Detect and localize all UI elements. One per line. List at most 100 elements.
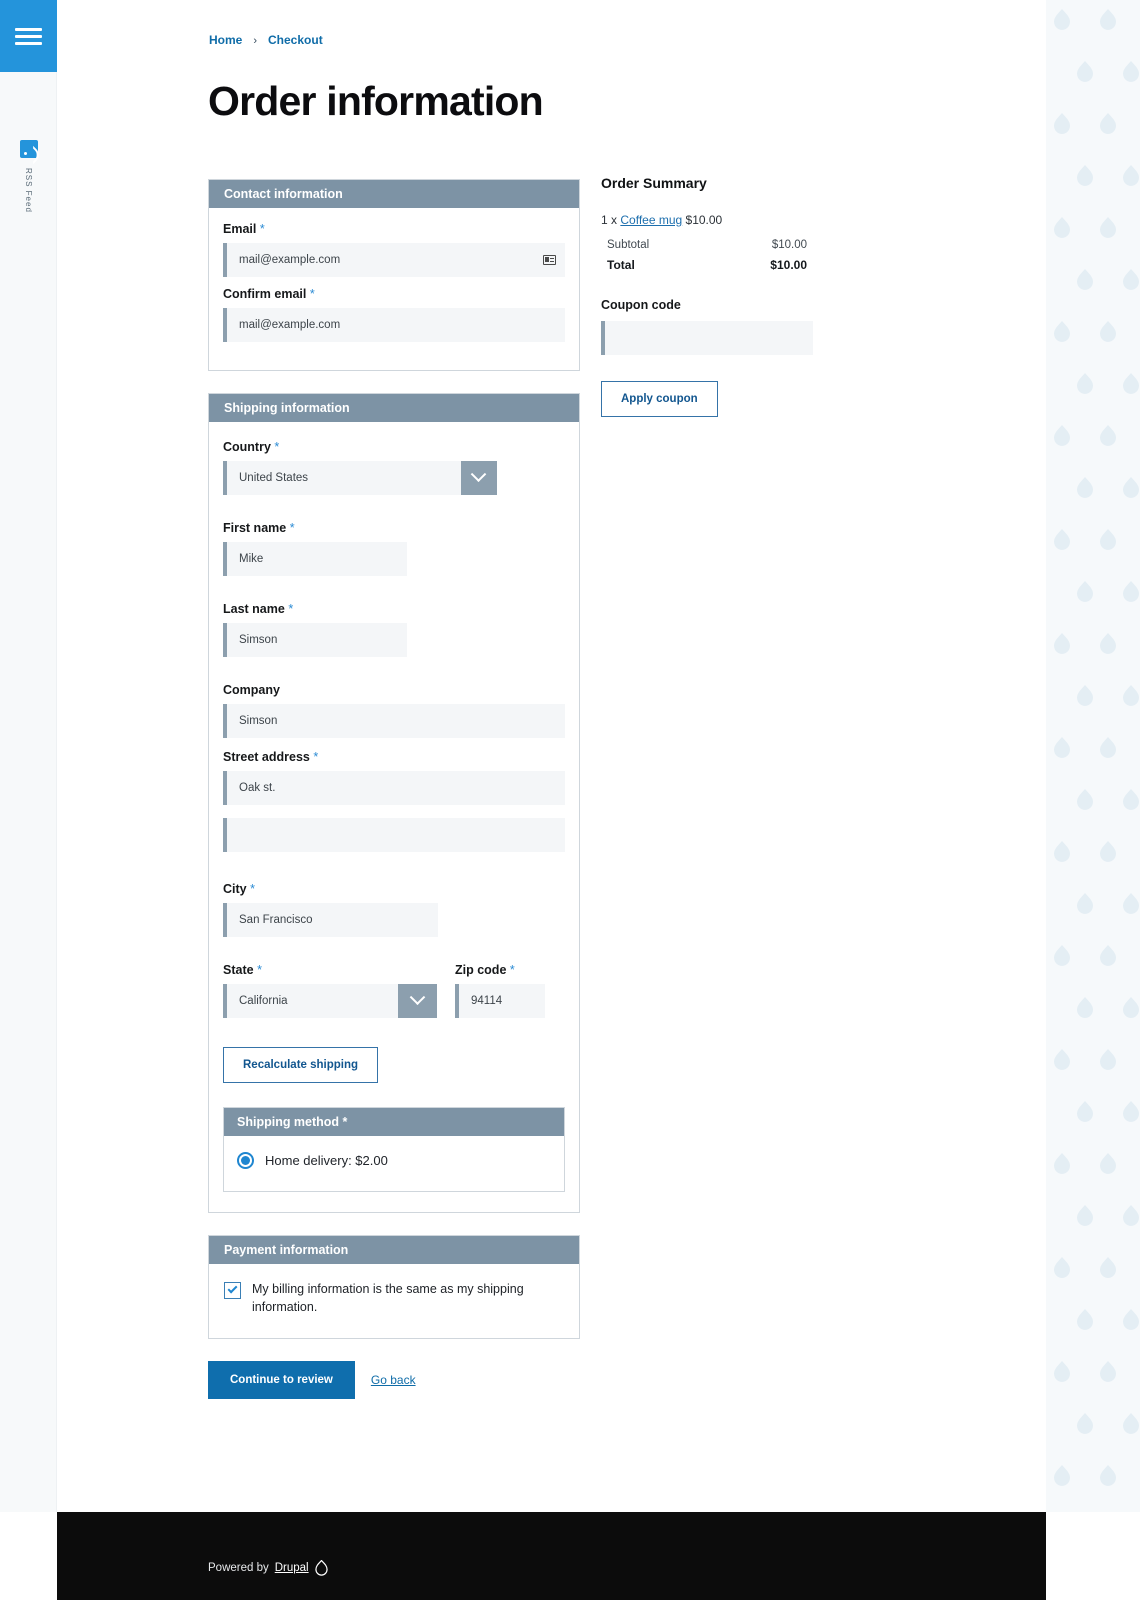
order-item-quantity: 1 x — [601, 213, 618, 227]
rss-feed-icon[interactable] — [19, 140, 38, 158]
hamburger-menu-icon[interactable] — [0, 0, 57, 72]
order-summary: Order Summary 1 x Coffee mug $10.00 Subt… — [601, 175, 901, 417]
droplet-icon — [1098, 840, 1118, 864]
droplet-icon — [1075, 788, 1095, 812]
droplet-icon — [1052, 8, 1072, 32]
droplet-icon — [1075, 372, 1095, 396]
droplet-icon — [1052, 1360, 1072, 1384]
go-back-link[interactable]: Go back — [371, 1373, 416, 1387]
droplet-icon — [1121, 684, 1140, 708]
order-item-name-link[interactable]: Coffee mug — [620, 213, 682, 227]
menu-bar-1 — [15, 27, 42, 31]
required-marker: * — [289, 521, 295, 535]
droplet-icon — [1121, 996, 1140, 1020]
powered-by-block: Powered by Drupal — [208, 1559, 328, 1576]
city-input[interactable]: San Francisco — [223, 903, 438, 937]
contact-information-heading: Contact information — [209, 180, 579, 208]
coupon-code-label: Coupon code — [601, 298, 681, 312]
droplet-icon — [1052, 1464, 1072, 1488]
droplet-icon — [1121, 60, 1140, 84]
recalculate-shipping-button[interactable]: Recalculate shipping — [223, 1047, 379, 1083]
zip-input[interactable]: 94114 — [455, 984, 545, 1018]
apply-coupon-button[interactable]: Apply coupon — [601, 381, 718, 417]
chevron-down-icon[interactable] — [398, 984, 437, 1018]
country-label: Country * — [223, 440, 280, 454]
droplet-icon — [1052, 216, 1072, 240]
payment-information-heading: Payment information — [209, 1236, 579, 1264]
droplet-icon — [1098, 1152, 1118, 1176]
shipping-information-heading: Shipping information — [209, 394, 579, 422]
street-address-label: Street address * — [223, 750, 319, 764]
droplet-icon — [1075, 996, 1095, 1020]
company-input[interactable]: Simson — [223, 704, 565, 738]
page-content: Home › Checkout Order information Contact … — [57, 0, 1046, 1512]
required-marker: * — [250, 882, 255, 896]
state-field-group: State * California — [223, 963, 437, 1018]
droplet-icon — [1075, 1412, 1095, 1436]
droplet-icon — [1052, 944, 1072, 968]
droplet-icon — [1098, 1256, 1118, 1280]
contact-card-autofill-icon[interactable] — [543, 255, 556, 265]
droplet-icon — [1052, 840, 1072, 864]
droplet-icon — [1121, 1100, 1140, 1124]
required-marker: * — [509, 963, 515, 977]
droplet-icon — [1098, 944, 1118, 968]
droplet-icon — [1098, 320, 1118, 344]
last-name-input[interactable]: Simson — [223, 623, 407, 657]
country-select[interactable]: United States — [223, 461, 497, 495]
decorative-droplet-pattern — [1046, 0, 1140, 1512]
order-summary-title: Order Summary — [601, 175, 707, 191]
menu-bar-3 — [15, 41, 42, 45]
droplet-icon — [1121, 372, 1140, 396]
droplet-icon — [1075, 60, 1095, 84]
droplet-icon — [1098, 216, 1118, 240]
state-select[interactable]: California — [223, 984, 437, 1018]
last-name-field-group: Last name * Simson — [223, 602, 565, 657]
droplet-icon — [1052, 320, 1072, 344]
required-marker: * — [288, 602, 294, 616]
billing-same-as-shipping-checkbox[interactable] — [224, 1282, 241, 1299]
rss-feed-block[interactable]: RSS Feed — [0, 140, 57, 218]
page-footer: Powered by Drupal — [57, 1512, 1046, 1600]
droplet-icon — [1052, 736, 1072, 760]
form-actions: Continue to review Go back — [208, 1361, 580, 1400]
rss-feed-label: RSS Feed — [24, 168, 33, 213]
order-summary-item: 1 x Coffee mug $10.00 — [601, 213, 901, 227]
required-marker: * — [309, 287, 315, 301]
state-select-value[interactable]: California — [223, 984, 398, 1018]
shipping-information-panel: Shipping information Country * United St… — [208, 393, 580, 1213]
confirm-email-input[interactable]: mail@example.com — [223, 308, 565, 342]
first-name-input[interactable]: Mike — [223, 542, 407, 576]
breadcrumb-checkout[interactable]: Checkout — [268, 33, 323, 47]
coupon-code-input[interactable] — [601, 321, 813, 355]
subtotal-label: Subtotal — [607, 239, 650, 251]
droplet-icon — [1075, 684, 1095, 708]
droplet-icon — [1121, 476, 1140, 500]
zip-label: Zip code * — [455, 963, 515, 977]
email-field-group: Email * mail@example.com — [223, 222, 565, 277]
continue-to-review-button[interactable]: Continue to review — [208, 1361, 355, 1400]
payment-information-panel: Payment information My billing informati… — [208, 1235, 580, 1340]
radio-home-delivery[interactable] — [237, 1152, 254, 1169]
country-select-value[interactable]: United States — [223, 461, 461, 495]
breadcrumb-separator-icon: › — [253, 35, 258, 47]
droplet-icon — [1121, 788, 1140, 812]
droplet-icon — [1075, 892, 1095, 916]
street-address-line1-input[interactable]: Oak st. — [223, 771, 565, 805]
droplet-icon — [1121, 1204, 1140, 1228]
subtotal-value: $10.00 — [771, 239, 807, 251]
email-input-value: mail@example.com — [239, 254, 341, 266]
droplet-icon — [1075, 268, 1095, 292]
droplet-icon — [1121, 164, 1140, 188]
droplet-icon — [1052, 424, 1072, 448]
shipping-method-option[interactable]: Home delivery: $2.00 — [224, 1136, 564, 1191]
email-input[interactable]: mail@example.com — [223, 243, 565, 277]
breadcrumb-home[interactable]: Home — [209, 33, 242, 47]
droplet-icon — [1098, 632, 1118, 656]
shipping-method-option-label: Home delivery: $2.00 — [265, 1153, 388, 1168]
street-address-line2-input[interactable] — [223, 818, 565, 852]
droplet-icon — [1098, 424, 1118, 448]
droplet-icon — [1098, 1464, 1118, 1488]
chevron-down-icon[interactable] — [460, 461, 497, 495]
drupal-link[interactable]: Drupal — [275, 1562, 309, 1574]
